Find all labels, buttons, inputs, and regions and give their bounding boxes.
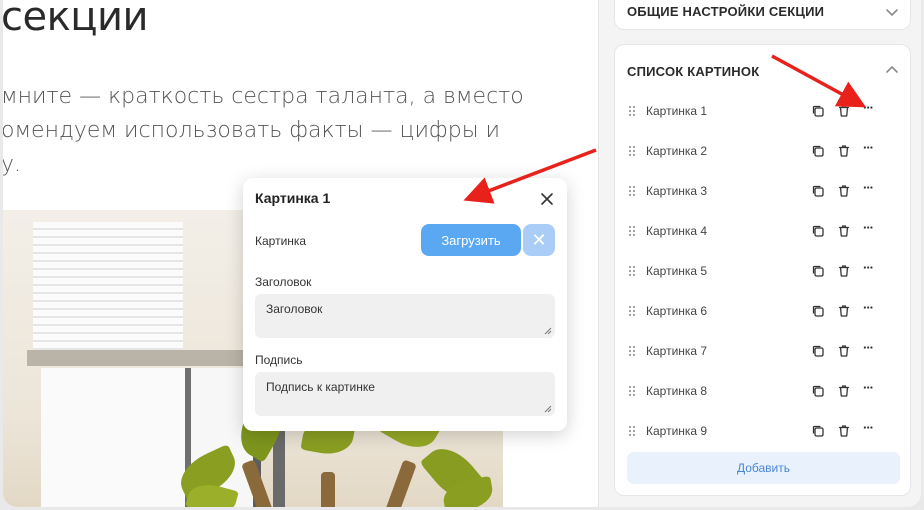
- copy-icon[interactable]: [811, 344, 825, 358]
- more-icon[interactable]: ···: [863, 340, 877, 355]
- image-list-item-label: Картинка 5: [646, 264, 708, 278]
- caption-label: Подпись: [255, 353, 303, 367]
- image-list-item-label: Картинка 9: [646, 424, 708, 438]
- clear-image-button[interactable]: ✕: [523, 224, 555, 256]
- copy-icon[interactable]: [811, 104, 825, 118]
- drag-handle-icon[interactable]: [628, 385, 636, 397]
- caption-field-value: Подпись к картинке: [266, 380, 375, 394]
- more-icon[interactable]: ···: [863, 300, 877, 315]
- title-field-value: Заголовок: [266, 302, 323, 316]
- section-heading: секции: [3, 0, 148, 40]
- general-settings-title: ОБЩИЕ НАСТРОЙКИ СЕКЦИИ: [627, 4, 825, 19]
- drag-handle-icon[interactable]: [628, 105, 636, 117]
- image-label: Картинка: [255, 234, 307, 248]
- general-settings-card[interactable]: ОБЩИЕ НАСТРОЙКИ СЕКЦИИ: [614, 0, 911, 30]
- image-edit-popup: Картинка 1 Картинка Загрузить ✕ Заголово…: [243, 178, 567, 431]
- drag-handle-icon[interactable]: [628, 265, 636, 277]
- trash-icon[interactable]: [837, 344, 851, 358]
- upload-button[interactable]: Загрузить: [421, 224, 521, 256]
- drag-handle-icon[interactable]: [628, 225, 636, 237]
- trash-icon[interactable]: [837, 184, 851, 198]
- close-icon[interactable]: [537, 189, 557, 209]
- trash-icon[interactable]: [837, 144, 851, 158]
- copy-icon[interactable]: [811, 224, 825, 238]
- chevron-down-icon[interactable]: [884, 4, 900, 20]
- app-frame: секции мните — краткость сестра таланта,…: [3, 0, 921, 507]
- chevron-up-icon[interactable]: [884, 62, 900, 78]
- image-list-item[interactable]: Картинка 4 ···: [615, 211, 912, 251]
- trash-icon[interactable]: [837, 304, 851, 318]
- resize-grip-icon[interactable]: [544, 327, 552, 335]
- resize-grip-icon[interactable]: [544, 405, 552, 413]
- copy-icon[interactable]: [811, 384, 825, 398]
- trash-icon[interactable]: [837, 224, 851, 238]
- add-image-button[interactable]: Добавить: [627, 452, 900, 484]
- image-list-item[interactable]: Картинка 2 ···: [615, 131, 912, 171]
- image-list-item[interactable]: Картинка 3 ···: [615, 171, 912, 211]
- more-icon[interactable]: ···: [863, 100, 877, 115]
- more-icon[interactable]: ···: [863, 420, 877, 435]
- trash-icon[interactable]: [837, 384, 851, 398]
- image-list-item-label: Картинка 6: [646, 304, 708, 318]
- trash-icon[interactable]: [837, 104, 851, 118]
- settings-panel: ОБЩИЕ НАСТРОЙКИ СЕКЦИИ СПИСОК КАРТИНОК К…: [598, 0, 921, 507]
- drag-handle-icon[interactable]: [628, 145, 636, 157]
- image-list-item-label: Картинка 8: [646, 384, 708, 398]
- copy-icon[interactable]: [811, 144, 825, 158]
- drag-handle-icon[interactable]: [628, 305, 636, 317]
- drag-handle-icon[interactable]: [628, 425, 636, 437]
- popup-title: Картинка 1: [255, 190, 331, 206]
- image-list-title: СПИСОК КАРТИНОК: [627, 64, 760, 79]
- title-label: Заголовок: [255, 275, 312, 289]
- title-field[interactable]: Заголовок: [255, 294, 555, 338]
- section-text-line: у.: [3, 152, 22, 177]
- copy-icon[interactable]: [811, 264, 825, 278]
- image-list-item-label: Картинка 1: [646, 104, 708, 118]
- copy-icon[interactable]: [811, 304, 825, 318]
- image-list-card: СПИСОК КАРТИНОК Картинка 1 ··· Картинка …: [614, 44, 911, 496]
- image-list-item-label: Картинка 4: [646, 224, 708, 238]
- image-list-item[interactable]: Картинка 8 ···: [615, 371, 912, 411]
- section-text: мните — краткость сестра таланта, а вмес…: [3, 80, 524, 182]
- drag-handle-icon[interactable]: [628, 345, 636, 357]
- image-list-item[interactable]: Картинка 6 ···: [615, 291, 912, 331]
- image-list-item[interactable]: Картинка 1 ···: [615, 91, 912, 131]
- more-icon[interactable]: ···: [863, 220, 877, 235]
- section-text-line: омендуем использовать факты — цифры и: [3, 118, 501, 143]
- image-list-item-label: Картинка 7: [646, 344, 708, 358]
- trash-icon[interactable]: [837, 264, 851, 278]
- more-icon[interactable]: ···: [863, 380, 877, 395]
- image-list-item-label: Картинка 3: [646, 184, 708, 198]
- section-text-line: мните — краткость сестра таланта, а вмес…: [3, 84, 524, 109]
- trash-icon[interactable]: [837, 424, 851, 438]
- more-icon[interactable]: ···: [863, 180, 877, 195]
- more-icon[interactable]: ···: [863, 140, 877, 155]
- image-list-item[interactable]: Картинка 9 ···: [615, 411, 912, 451]
- image-list-item-label: Картинка 2: [646, 144, 708, 158]
- image-list-item[interactable]: Картинка 5 ···: [615, 251, 912, 291]
- copy-icon[interactable]: [811, 184, 825, 198]
- copy-icon[interactable]: [811, 424, 825, 438]
- drag-handle-icon[interactable]: [628, 185, 636, 197]
- image-list-item[interactable]: Картинка 7 ···: [615, 331, 912, 371]
- more-icon[interactable]: ···: [863, 260, 877, 275]
- caption-field[interactable]: Подпись к картинке: [255, 372, 555, 416]
